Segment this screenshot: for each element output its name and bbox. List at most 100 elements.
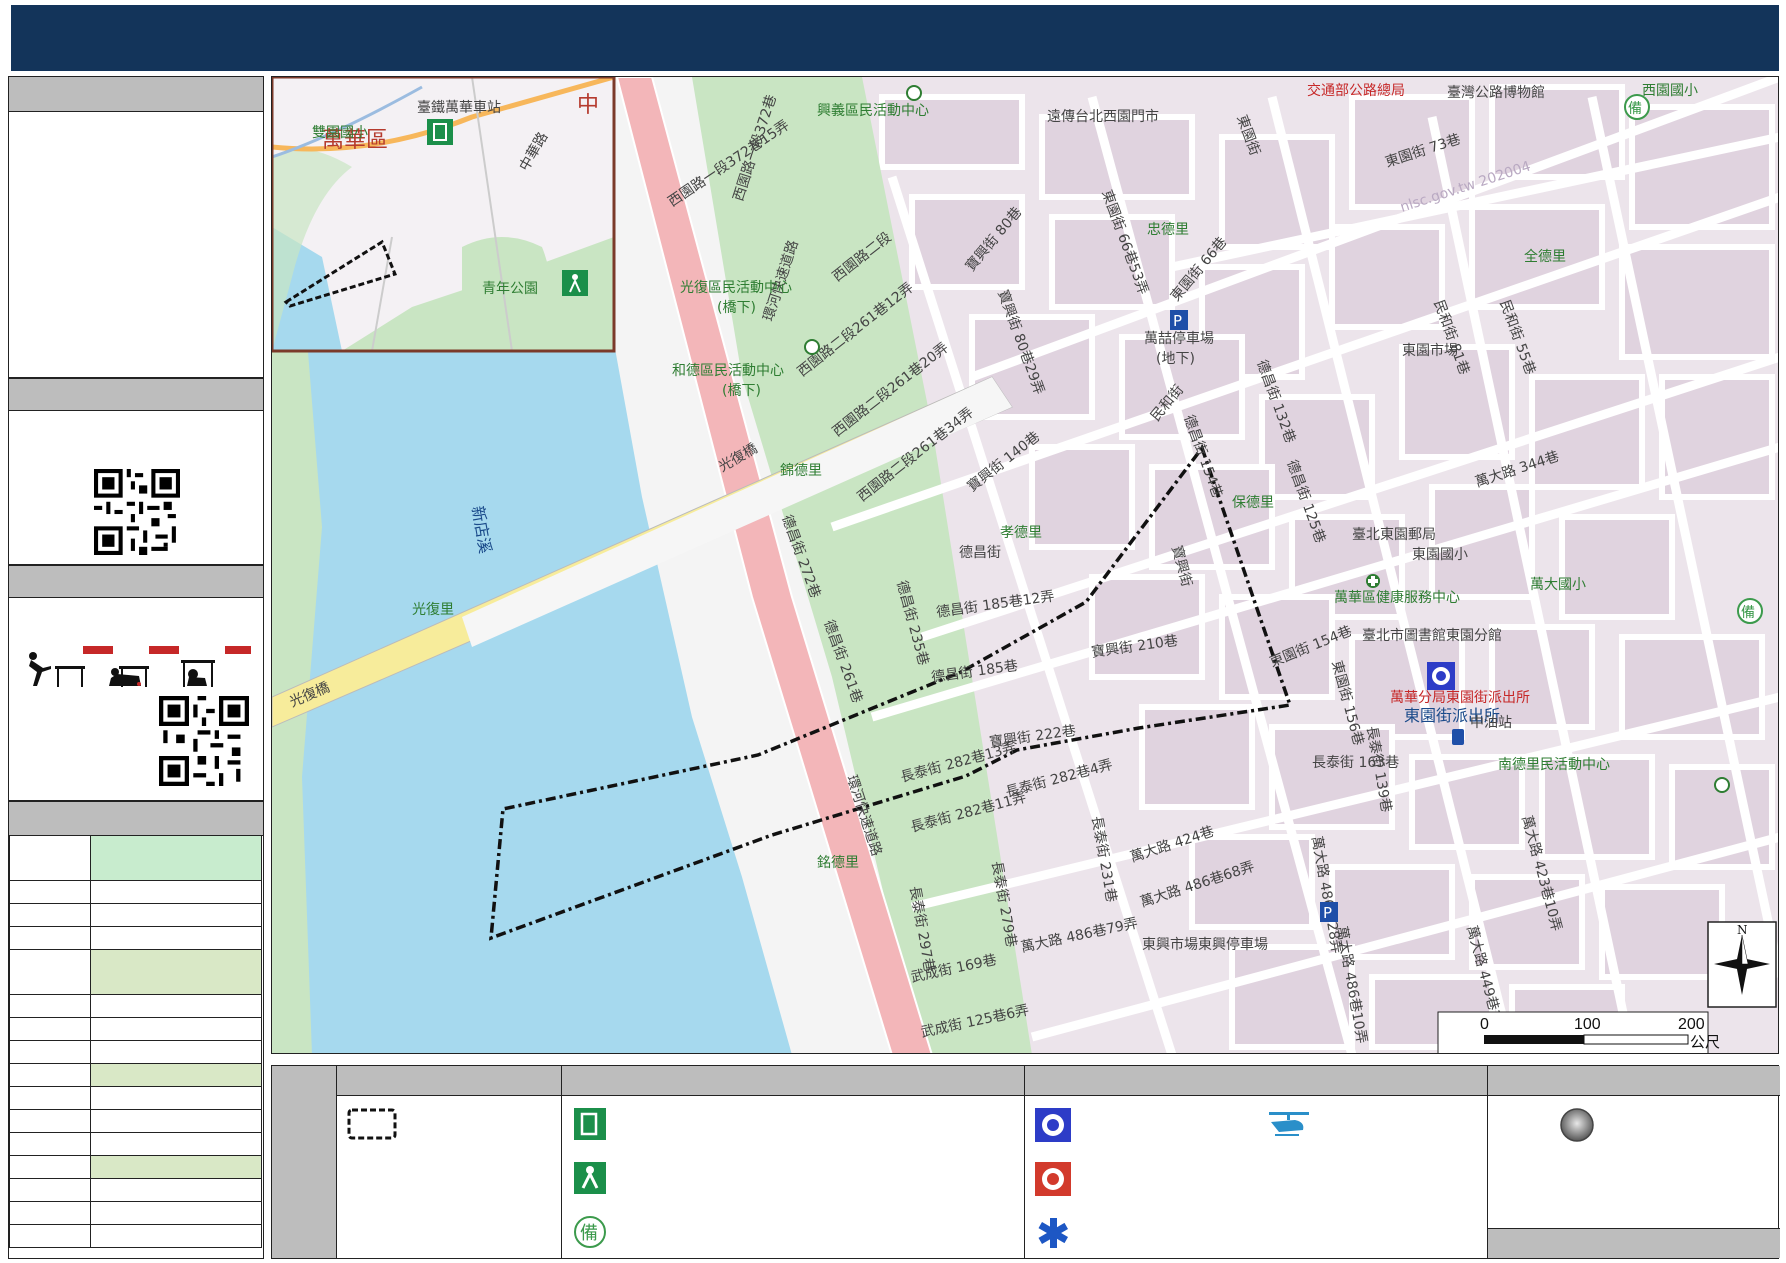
label-quande-li: 全德里	[1524, 248, 1566, 265]
qr-code-icon[interactable]	[94, 469, 180, 555]
legend-other-column	[1487, 1066, 1780, 1258]
table-row	[9, 994, 262, 1018]
label-far-eastern: 遠傳台北西園門市	[1047, 108, 1159, 125]
scale-bar: 0 100 200 公尺	[1437, 1011, 1720, 1053]
label-police-station: 萬華分局東園街派出所	[1390, 690, 1530, 706]
inset-map[interactable]: 臺鐵萬華車站 萬華區 中 雙園國小 中華路 青年公園	[272, 77, 616, 353]
inset-label-zhongzheng: 中	[577, 93, 599, 118]
parking-icon[interactable]: P	[1170, 310, 1188, 330]
label-nande-center: 南德里民活動中心	[1498, 757, 1610, 773]
label-jinde-li: 錦德里	[780, 462, 822, 479]
side-panel-drill-head	[9, 566, 263, 598]
table-row	[9, 1017, 262, 1041]
label-wanzhe-parking: 萬喆停車場	[1144, 330, 1214, 347]
evacuation-shelter-icon[interactable]	[427, 119, 453, 145]
label-xiyuan-school: 西園國小	[1642, 83, 1698, 99]
park-refuge-icon[interactable]	[562, 270, 588, 296]
label-wanda-school: 萬大國小	[1530, 577, 1586, 593]
side-panel-table-head	[9, 802, 263, 836]
gas-station-icon[interactable]	[1452, 729, 1464, 745]
table-row	[9, 926, 262, 950]
scale-t0: 0	[1480, 1016, 1489, 1033]
side-panel-info	[8, 76, 264, 378]
side-panel-qr-head	[9, 379, 263, 411]
inset-label-wanhua-station: 臺鐵萬華車站	[417, 99, 501, 116]
legend-panel: 備	[271, 1065, 1780, 1259]
table-row	[9, 1109, 262, 1133]
scale-t2: 200	[1678, 1016, 1705, 1033]
inset-label-shuangyuan-school: 雙園國小	[312, 125, 368, 141]
label-gas-station: 中油站	[1470, 715, 1512, 731]
scale-unit: 公尺	[1690, 1034, 1720, 1051]
label-guangfu-center-sub: (橋下)	[717, 300, 756, 316]
legend-other-footer	[1488, 1228, 1780, 1258]
scale-t1: 100	[1574, 1016, 1601, 1033]
table-row	[9, 1086, 262, 1110]
label-dongxing-parking: 東興市場東興停車場	[1142, 936, 1268, 953]
svg-text:備: 備	[580, 1223, 598, 1244]
fire-station-icon	[1035, 1162, 1071, 1196]
reserve-shelter-icon: 備	[574, 1216, 606, 1248]
table-row	[9, 1155, 262, 1179]
svg-text:P: P	[1323, 904, 1332, 922]
drop-cover-hold-illustration	[29, 646, 251, 687]
table-row	[9, 835, 262, 881]
legend-title-column	[272, 1066, 336, 1258]
side-panel-info-head	[9, 77, 263, 112]
label-wanzhe-parking-sub: (地下)	[1156, 351, 1195, 367]
table-row	[9, 1063, 262, 1087]
label-library: 臺北市圖書館東園分館	[1362, 627, 1502, 644]
label-moth-bureau: 交通部公路總局	[1307, 82, 1405, 99]
table-row	[9, 1224, 262, 1248]
map-canvas[interactable]: 新店溪 光復橋 光復橋 光復里 環河快速道路 環河快速道路 西園路一段372巷 …	[272, 77, 1779, 1054]
label-dongyuan-post: 臺北東園郵局	[1352, 527, 1436, 543]
label-guangfu-li: 光復里	[412, 601, 454, 618]
label-xiaode-li: 孝德里	[1000, 525, 1042, 541]
parking-icon[interactable]: P	[1320, 902, 1338, 922]
north-label: N	[1737, 923, 1748, 937]
side-panel-qr	[8, 378, 264, 565]
table-row	[9, 949, 262, 995]
reserve-shelter-icon[interactable]: 備	[1624, 94, 1650, 120]
label-guangfu-center: 光復區民活動中心	[680, 279, 792, 296]
label-mingde-li: 銘德里	[817, 855, 859, 871]
main-map[interactable]: 新店溪 光復橋 光復橋 光復里 環河快速道路 環河快速道路 西園路一段372巷 …	[271, 76, 1779, 1054]
shelter-table	[9, 835, 262, 1248]
table-row	[9, 1132, 262, 1156]
police-station-icon[interactable]	[1427, 662, 1455, 690]
table-row	[9, 903, 262, 927]
helicopter-icon	[1269, 1112, 1309, 1136]
label-hede-center-sub: (橋下)	[722, 383, 761, 399]
drill-qr-code-icon[interactable]	[159, 696, 249, 786]
table-row	[9, 1178, 262, 1202]
police-station-icon	[1035, 1108, 1071, 1142]
legend-facility-column	[1024, 1066, 1487, 1258]
svg-text:備: 備	[1741, 605, 1755, 621]
boundary-symbol-icon	[347, 1108, 397, 1140]
assembly-point-icon	[1560, 1108, 1594, 1142]
label-dongyuan-school: 東園國小	[1412, 547, 1468, 563]
park-refuge-icon	[574, 1162, 606, 1194]
label-health-center: 萬華區健康服務中心	[1334, 589, 1460, 606]
evacuation-shelter-icon	[574, 1108, 606, 1140]
header-bar	[11, 5, 1779, 71]
community-center-icon[interactable]	[1714, 777, 1730, 793]
label-xingyi-center: 興義區民活動中心	[817, 102, 929, 119]
table-row	[9, 880, 262, 904]
label-zhongde-li: 忠德里	[1147, 222, 1189, 238]
label-hede-center: 和德區民活動中心	[672, 363, 784, 379]
label-baode-li: 保德里	[1232, 495, 1274, 511]
label-dechang-st: 德昌街	[959, 545, 1001, 561]
side-panel-drill	[8, 565, 264, 801]
community-center-icon[interactable]	[906, 85, 922, 101]
medical-icon	[1038, 1218, 1068, 1248]
medical-icon[interactable]	[1366, 574, 1380, 588]
north-arrow: N	[1707, 921, 1777, 1008]
side-panel-table	[8, 801, 264, 1259]
svg-text:P: P	[1173, 312, 1182, 330]
community-center-icon[interactable]	[804, 339, 820, 355]
table-row	[9, 1201, 262, 1225]
reserve-shelter-icon[interactable]: 備	[1737, 598, 1763, 624]
svg-text:備: 備	[1628, 101, 1642, 117]
label-highway-museum: 臺灣公路博物館	[1447, 84, 1545, 101]
